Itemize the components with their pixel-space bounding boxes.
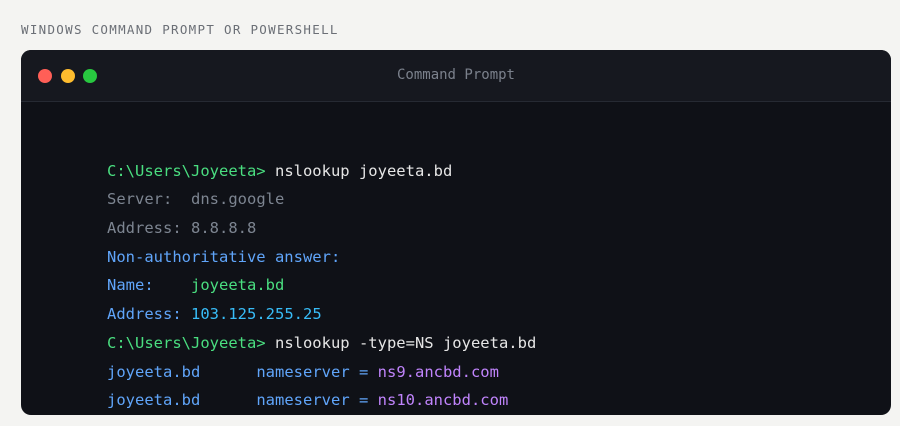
output-value: joyeeta.bd [191, 276, 285, 295]
terminal-window[interactable]: Command Prompt C:\Users\Joyeeta> nslooku… [21, 50, 891, 415]
prompt: C:\Users\Joyeeta> [107, 161, 266, 180]
output-label: Name: [107, 276, 154, 295]
output-value: dns.google [191, 190, 285, 209]
window-title: Command Prompt [396, 67, 515, 83]
terminal-output[interactable]: C:\Users\Joyeeta> nslookup joyeeta.bd Se… [51, 128, 871, 410]
prompt: C:\Users\Joyeeta> [107, 333, 266, 352]
output-value: 8.8.8.8 [191, 219, 257, 238]
output-key: nameserver = [256, 362, 369, 381]
command-line: C:\Users\Joyeeta> nslookup joyeeta.bd [51, 128, 871, 180]
output-value: 103.125.255.25 [191, 305, 322, 324]
output-key: nameserver = [256, 391, 369, 410]
title-bar: Command Prompt [21, 50, 891, 102]
output-domain: joyeeta.bd [107, 362, 201, 381]
output-value: ns9.ancbd.com [377, 362, 499, 381]
output-label: Address: [107, 219, 182, 238]
command-text: nslookup -type=NS joyeeta.bd [274, 333, 537, 352]
output-heading: Non-authoritative answer: [107, 247, 341, 266]
output-label: Server: [107, 190, 173, 209]
output-value: ns10.ancbd.com [377, 391, 509, 410]
output-label: Address: [107, 305, 182, 324]
command-text: nslookup joyeeta.bd [274, 161, 453, 180]
output-domain: joyeeta.bd [107, 391, 201, 410]
section-caption: WINDOWS COMMAND PROMPT OR POWERSHELL [21, 22, 339, 37]
